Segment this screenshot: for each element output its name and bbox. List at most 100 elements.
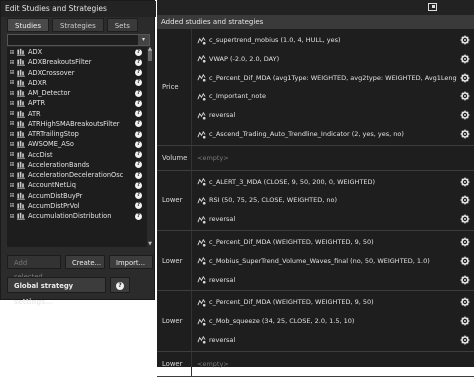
- added-study[interactable]: c_Percent_Dif_MDA (avg1Type: WEIGHTED, a…: [197, 70, 470, 86]
- study-help-icon[interactable]: ?: [135, 202, 142, 210]
- study-help-icon[interactable]: ?: [135, 79, 142, 87]
- gear-icon[interactable]: [460, 177, 470, 187]
- study-help-icon[interactable]: ?: [135, 212, 142, 220]
- expand-icon[interactable]: ⊞: [9, 49, 15, 56]
- tab-studies[interactable]: Studies: [7, 18, 49, 32]
- added-study[interactable]: c_Ascend_Trading_Auto_Trendline_Indicato…: [197, 126, 470, 142]
- help-button[interactable]: ?: [110, 277, 130, 293]
- gear-icon[interactable]: [460, 195, 470, 205]
- gear-icon[interactable]: [460, 297, 470, 307]
- study-group: Price c_supertrend_mobius (1.0, 4, HULL, …: [157, 29, 474, 146]
- study-help-icon[interactable]: ?: [135, 161, 142, 169]
- gear-icon[interactable]: [460, 129, 470, 139]
- create-button[interactable]: Create...: [65, 255, 105, 269]
- gear-icon[interactable]: [460, 335, 470, 345]
- added-study[interactable]: c_Important_note: [197, 88, 470, 104]
- added-study[interactable]: c_ALERT_3_MDA (CLOSE, 9, 50, 200, 0, WEI…: [197, 174, 470, 190]
- study-list-item[interactable]: ⊞ AWSOME_ASo?: [7, 139, 150, 149]
- tab-strategies[interactable]: Strategies: [51, 18, 104, 32]
- study-list-item[interactable]: ⊞ AccelerationBands?: [7, 160, 150, 170]
- study-list-item[interactable]: ⊞ AccDist?: [7, 150, 150, 160]
- study-list-item[interactable]: ⊞ AccumulationDistribution?: [7, 211, 150, 221]
- expand-icon[interactable]: ⊞: [9, 213, 15, 220]
- expand-icon[interactable]: ⊞: [9, 202, 15, 209]
- study-list-item[interactable]: ⊞ AM_Detector?: [7, 88, 150, 98]
- tab-sets[interactable]: Sets: [106, 18, 138, 32]
- scrollbar[interactable]: [147, 47, 153, 247]
- study-help-icon[interactable]: ?: [135, 69, 142, 77]
- added-study[interactable]: RSI (50, 75, 25, CLOSE, WEIGHTED, no): [197, 192, 470, 208]
- added-study[interactable]: reversal: [197, 107, 470, 123]
- study-icon: [197, 73, 206, 82]
- study-help-icon[interactable]: ?: [135, 48, 142, 56]
- expand-icon[interactable]: ⊞: [9, 110, 15, 117]
- window-maximize-icon[interactable]: [428, 3, 437, 11]
- study-help-icon[interactable]: ?: [135, 181, 142, 189]
- study-list-item[interactable]: ⊞ ATRTrailingStop?: [7, 129, 150, 139]
- expand-icon[interactable]: ⊞: [9, 182, 15, 189]
- search-input[interactable]: ▾: [7, 34, 150, 46]
- search-dropdown-icon[interactable]: ▾: [138, 35, 149, 45]
- added-study[interactable]: c_Mob_squeeze (34, 25, CLOSE, 2.0, 1.5, …: [197, 313, 470, 329]
- expand-icon[interactable]: ⊞: [9, 141, 15, 148]
- study-help-icon[interactable]: ?: [135, 58, 142, 66]
- gear-icon[interactable]: [460, 256, 470, 266]
- study-list-item[interactable]: ⊞ AccumDistBuyPr?: [7, 191, 150, 201]
- expand-icon[interactable]: ⊞: [9, 59, 15, 66]
- gear-icon[interactable]: [460, 316, 470, 326]
- added-study[interactable]: reversal: [197, 211, 470, 227]
- study-name: RSI (50, 75, 25, CLOSE, WEIGHTED, no): [209, 196, 338, 205]
- gear-icon[interactable]: [460, 54, 470, 64]
- study-help-icon[interactable]: ?: [135, 192, 142, 200]
- scroll-up-icon[interactable]: ▲: [147, 47, 153, 52]
- study-help-icon[interactable]: ?: [135, 99, 142, 107]
- added-study[interactable]: reversal: [197, 332, 470, 348]
- expand-icon[interactable]: ⊞: [9, 172, 15, 179]
- study-list-item[interactable]: ⊞ AccountNetLiq?: [7, 180, 150, 190]
- study-help-icon[interactable]: ?: [135, 120, 142, 128]
- expand-icon[interactable]: ⊞: [9, 120, 15, 127]
- study-list-item[interactable]: ⊞ AccelerationDecelerationOsc?: [7, 170, 150, 180]
- expand-icon[interactable]: ⊞: [9, 79, 15, 86]
- study-list-item[interactable]: ⊞ ADXR?: [7, 78, 150, 88]
- study-help-icon[interactable]: ?: [135, 171, 142, 179]
- add-selected-button[interactable]: Add selected: [7, 255, 61, 281]
- study-icon: [197, 111, 206, 120]
- gear-icon[interactable]: [460, 237, 470, 247]
- added-study[interactable]: c_Mobius_SuperTrend_Volume_Waves_final (…: [197, 253, 470, 269]
- added-study[interactable]: c_supertrend_mobius (1.0, 4, HULL, yes): [197, 32, 470, 48]
- study-help-icon[interactable]: ?: [135, 151, 142, 159]
- study-help-icon[interactable]: ?: [135, 140, 142, 148]
- added-study[interactable]: reversal: [197, 272, 470, 288]
- gear-icon[interactable]: [460, 275, 470, 285]
- gear-icon[interactable]: [460, 73, 470, 83]
- study-list-item[interactable]: ⊞ APTR?: [7, 98, 150, 108]
- study-list-item[interactable]: ⊞ ADX?: [7, 47, 150, 57]
- expand-icon[interactable]: ⊞: [9, 151, 15, 158]
- expand-icon[interactable]: ⊞: [9, 131, 15, 138]
- expand-icon[interactable]: ⊞: [9, 192, 15, 199]
- study-help-icon[interactable]: ?: [135, 89, 142, 97]
- study-list-item[interactable]: ⊞ ATR?: [7, 109, 150, 119]
- import-button[interactable]: Import...: [109, 255, 153, 269]
- expand-icon[interactable]: ⊞: [9, 90, 15, 97]
- expand-icon[interactable]: ⊞: [9, 161, 15, 168]
- gear-icon[interactable]: [460, 110, 470, 120]
- global-strategy-settings-button[interactable]: Global strategy settings...: [7, 277, 106, 306]
- scroll-down-icon[interactable]: ▼: [147, 242, 153, 247]
- added-study[interactable]: VWAP (-2.0, 2.0, DAY): [197, 51, 470, 67]
- gear-icon[interactable]: [460, 214, 470, 224]
- expand-icon[interactable]: ⊞: [9, 69, 15, 76]
- expand-icon[interactable]: ⊞: [9, 100, 15, 107]
- gear-icon[interactable]: [460, 91, 470, 101]
- gear-icon[interactable]: [460, 35, 470, 45]
- study-list-item[interactable]: ⊞ AccumDistPrVol?: [7, 201, 150, 211]
- study-list-item[interactable]: ⊞ ADXBreakoutsFilter?: [7, 57, 150, 67]
- study-list-item[interactable]: ⊞ ATRHighSMABreakoutsFilter?: [7, 119, 150, 129]
- study-help-icon[interactable]: ?: [135, 110, 142, 118]
- added-study[interactable]: c_Percent_Dif_MDA (WEIGHTED, WEIGHTED, 9…: [197, 234, 470, 250]
- study-help-icon[interactable]: ?: [135, 130, 142, 138]
- study-list-item[interactable]: ⊞ ADXCrossover?: [7, 68, 150, 78]
- group-label: Lower: [157, 351, 192, 376]
- added-study[interactable]: c_Percent_Dif_MDA (WEIGHTED, WEIGHTED, 9…: [197, 294, 470, 310]
